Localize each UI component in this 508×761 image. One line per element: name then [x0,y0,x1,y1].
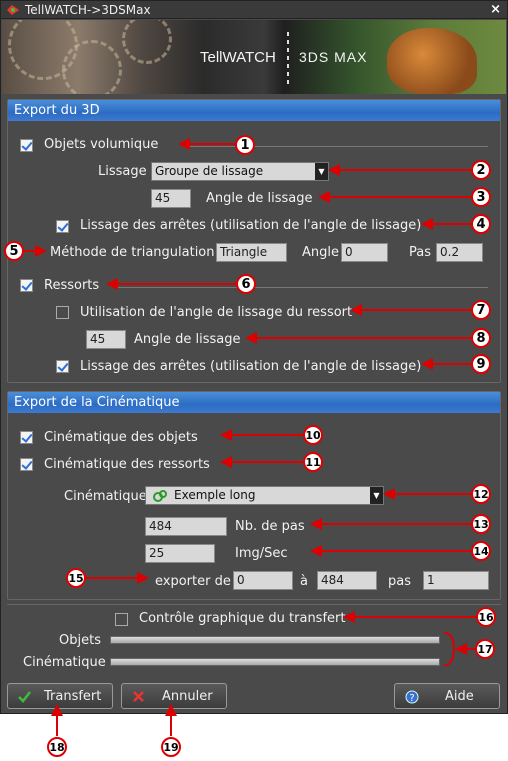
controle-checkbox[interactable] [115,613,128,626]
angle-lissage-input[interactable]: 45 [151,189,191,208]
angle-ressort-label: Angle de lissage [134,332,241,347]
angle-ressort-input[interactable]: 45 [86,330,126,349]
close-icon[interactable]: × [490,2,501,17]
cine-dropdown[interactable]: Exemple long ▼ [145,486,384,505]
cine-objets-checkbox[interactable] [20,431,33,444]
help-icon: ? [405,690,419,704]
annotation-1: 1 [235,135,255,155]
cine-label: Cinématique [64,489,147,504]
export-3d-header: Export du 3D [8,100,500,121]
banner-3dsmax-text: 3DS MAX [299,49,368,65]
pas-label: pas [388,574,411,589]
angle-input[interactable]: 0 [341,243,388,262]
from-input[interactable]: 0 [233,571,293,590]
app-icon [7,5,19,15]
annotation-10: 10 [303,425,323,445]
a-label: à [300,574,308,589]
to-input[interactable]: 484 [317,571,377,590]
divider [116,287,488,288]
lissage-arretes2-label: Lissage des arrêtes (utilisation de l'an… [80,359,422,374]
cine-value: Exemple long [174,488,256,502]
lissage-arretes2-checkbox[interactable] [56,360,69,373]
aide-button[interactable]: ? Aide [394,683,500,709]
methode-input[interactable]: Triangle [216,243,287,262]
angle-lissage-label: Angle de lissage [206,191,313,206]
ressorts-label: Ressorts [44,278,100,293]
annotation-19: 19 [161,737,181,757]
objets-progress-bar [110,636,440,644]
utilisation-angle-checkbox[interactable] [56,306,69,319]
exporter-label: exporter de [155,574,231,589]
annuler-button[interactable]: Annuler [121,683,227,709]
nb-pas-input[interactable]: 484 [145,517,227,536]
pas-input[interactable]: 1 [423,571,489,590]
cine-ressorts-label: Cinématique des ressorts [44,457,210,472]
annotation-8: 8 [471,328,491,348]
annotation-3: 3 [471,187,491,207]
gear-icon [122,20,172,64]
cine-progress-bar [110,658,440,666]
methode-label: Méthode de triangulation [50,245,215,260]
objets-progress-label: Objets [59,633,101,648]
annotation-7: 7 [471,300,491,320]
lissage-label: Lissage [98,164,147,179]
annotation-17: 17 [475,639,495,659]
utilisation-angle-label: Utilisation de l'angle de lissage du res… [80,305,353,320]
transfert-label: Transfert [44,689,102,704]
annotation-13: 13 [471,514,491,534]
checkmark-icon [18,691,31,703]
objets-volumique-checkbox[interactable] [20,139,33,152]
chevron-down-icon[interactable]: ▼ [370,487,383,504]
lissage-value: Groupe de lissage [155,164,264,178]
img-sec-input[interactable]: 25 [145,544,215,563]
cine-progress-label: Cinématique [23,655,106,670]
controle-label: Contrôle graphique du transfert [139,611,346,626]
objets-volumique-label: Objets volumique [44,137,159,152]
annotation-11: 11 [303,452,323,472]
img-sec-label: Img/Sec [235,546,288,561]
nb-pas-label: Nb. de pas [235,519,305,534]
animation-icon [153,490,167,502]
annuler-label: Annuler [162,689,213,704]
chevron-down-icon[interactable]: ▼ [315,163,328,180]
banner-tellwatch-text: TellWATCH [200,49,276,66]
ressorts-checkbox[interactable] [20,279,33,292]
aide-label: Aide [445,689,474,704]
annotation-6: 6 [236,274,256,294]
window-title: TellWATCH->3DSMax [25,3,151,17]
lissage-dropdown[interactable]: Groupe de lissage ▼ [151,162,329,181]
annotation-9: 9 [471,354,491,374]
pas-input[interactable]: 0.2 [436,243,483,262]
pas-label: Pas [409,245,431,260]
annotation-14: 14 [471,541,491,561]
lissage-arretes-checkbox[interactable] [56,220,69,233]
svg-text:?: ? [409,693,414,704]
cinematique-header: Export de la Cinématique [8,392,500,413]
snake-image [387,28,477,94]
banner-image: TellWATCH 3DS MAX [2,20,506,94]
annotation-5: 5 [4,241,24,261]
cine-objets-label: Cinématique des objets [44,430,198,445]
annotation-16: 16 [476,607,496,627]
title-bar[interactable]: TellWATCH->3DSMax × [1,1,507,19]
annotation-18: 18 [47,737,67,757]
divider [188,146,488,147]
divider [7,604,501,605]
annotation-12: 12 [471,484,491,504]
annotation-2: 2 [471,160,491,180]
annotation-4: 4 [471,214,491,234]
cancel-icon [133,691,144,702]
gear-icon [62,40,122,94]
lissage-arretes-label: Lissage des arrêtes (utilisation de l'an… [80,218,422,233]
transfert-button[interactable]: Transfert [7,683,113,709]
annotation-15: 15 [66,568,86,588]
cine-ressorts-checkbox[interactable] [20,458,33,471]
angle-label: Angle [302,245,339,260]
dialog-window: TellWATCH->3DSMax × TellWATCH 3DS MAX Ex… [0,0,508,714]
banner-divider [287,32,289,86]
